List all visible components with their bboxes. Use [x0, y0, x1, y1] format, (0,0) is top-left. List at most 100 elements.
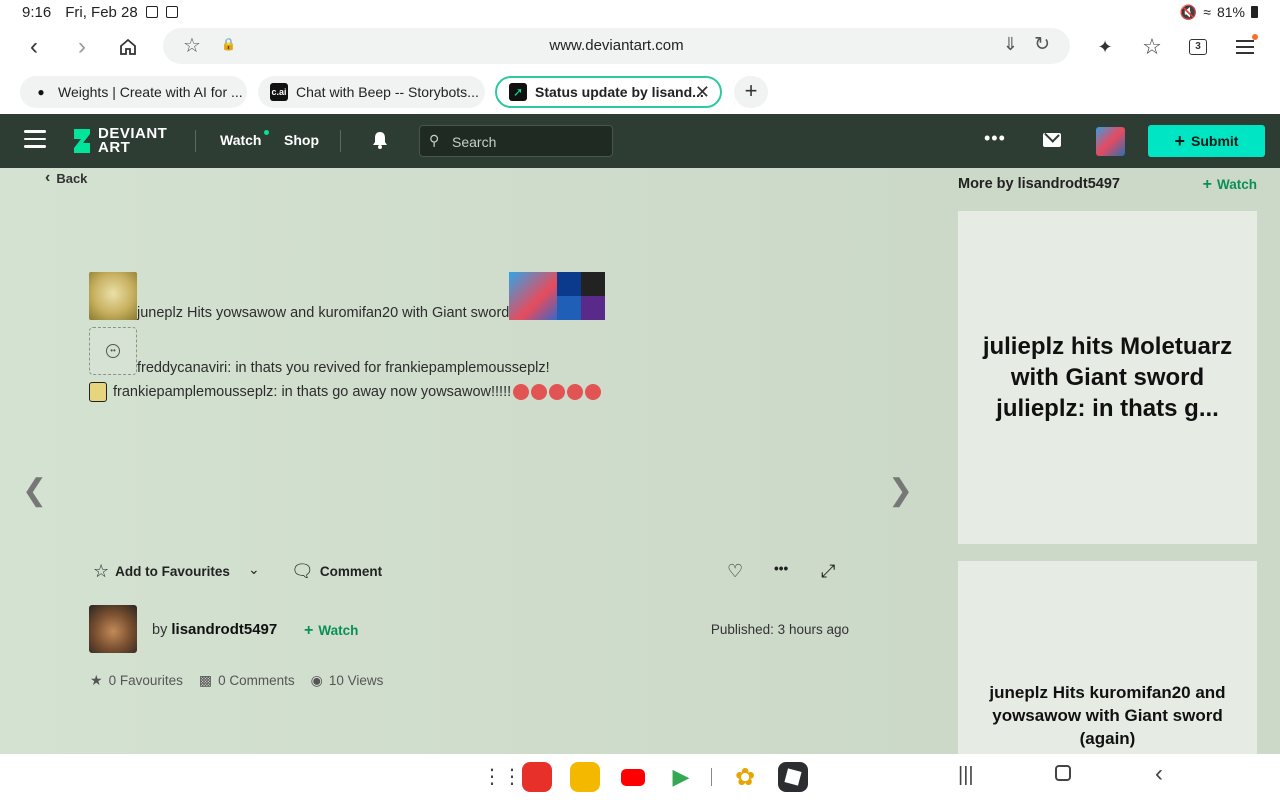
previous-arrow-icon[interactable]: ❮: [22, 473, 47, 508]
collections-dropdown[interactable]: ⌄: [248, 561, 260, 578]
angry-emoji-icon: [511, 382, 602, 402]
download-icon[interactable]: ⇓: [1003, 34, 1018, 55]
watch-label: Watch: [1217, 177, 1257, 192]
notification-icon: [145, 6, 158, 18]
bell-icon[interactable]: [370, 130, 390, 155]
divider: [195, 130, 196, 152]
url-text[interactable]: www.deviantart.com: [163, 37, 1070, 54]
published-date: Published: 3 hours ago: [710, 622, 849, 637]
expand-icon: ⤢: [821, 561, 836, 581]
address-bar[interactable]: ☆ 🔒 www.deviantart.com ⇓ ↻: [163, 28, 1070, 64]
more-options-button[interactable]: •••: [774, 561, 788, 576]
favourites-stat: ★ 0 Favourites: [90, 672, 183, 689]
reload-icon[interactable]: ↻: [1034, 33, 1050, 56]
tab-label: Weights | Create with AI for ...: [58, 84, 243, 100]
tab-character-ai[interactable]: c.ai Chat with Beep -- Storybots...: [258, 76, 485, 108]
back-link[interactable]: ‹ Back: [45, 169, 87, 187]
weights-icon: ●: [37, 85, 45, 99]
author-name-link[interactable]: lisandrodt5497: [171, 621, 277, 638]
mail-icon[interactable]: [1043, 133, 1061, 147]
add-to-favourites-button[interactable]: ☆ Add to Favourites: [93, 561, 230, 582]
next-arrow-icon[interactable]: ❯: [888, 473, 913, 508]
app-photos-icon[interactable]: ✿: [730, 762, 760, 792]
plus-icon: +: [1202, 176, 1212, 193]
forward-icon[interactable]: ›: [67, 32, 97, 62]
back-label: Back: [56, 170, 88, 186]
system-status-bar: 9:16 Fri, Feb 28 🔇 ≈ 81%: [0, 0, 1280, 24]
sidebar-watch-button[interactable]: + Watch: [1203, 176, 1257, 194]
by-label: by: [152, 622, 168, 638]
hamburger-menu-icon[interactable]: [24, 130, 46, 150]
wifi-icon: ≈: [1203, 4, 1211, 20]
fullscreen-button[interactable]: ⤢: [821, 561, 835, 582]
author-avatar[interactable]: [89, 605, 137, 653]
deviation-view: ‹ Back juneplz Hits yowsawow and kuromif…: [0, 168, 935, 754]
tab-label: Chat with Beep -- Storybots...: [296, 84, 479, 100]
home-button-icon[interactable]: [1055, 764, 1071, 787]
search-input[interactable]: ⚲ Search: [419, 125, 613, 157]
plus-icon: +: [1174, 131, 1186, 151]
new-tab-button[interactable]: +: [734, 76, 768, 108]
comment-icon: 🗨: [291, 561, 314, 581]
home-icon[interactable]: [113, 32, 143, 62]
tab-weights[interactable]: ● Weights | Create with AI for ...: [20, 76, 247, 108]
menu-badge: [1252, 34, 1258, 40]
sidebar-title: More by lisandrodt5497: [958, 176, 1120, 192]
favourites-count: 0 Favourites: [108, 673, 183, 688]
deviantart-icon: ➚: [509, 83, 527, 101]
watch-label: Watch: [318, 623, 359, 638]
browser-toolbar: ‹ › ☆ 🔒 www.deviantart.com ⇓ ↻ ✦ ☆ 3: [0, 26, 1280, 68]
status-text: juneplz Hits yowsawow and kuromifan20 wi…: [137, 305, 510, 321]
comments-stat: ▩ 0 Comments: [199, 672, 295, 689]
menu-icon[interactable]: [1230, 32, 1260, 62]
more-options-icon: •••: [774, 561, 789, 576]
related-deviation-card[interactable]: juneplz Hits kuromifan20 and yowsawow wi…: [958, 561, 1257, 754]
views-count: 10 Views: [328, 673, 384, 688]
comments-count: 0 Comments: [218, 673, 295, 688]
recents-icon[interactable]: |||: [958, 764, 974, 787]
badge-give-button[interactable]: ♡: [727, 561, 743, 582]
dock-divider: [711, 768, 712, 786]
nav-watch[interactable]: Watch: [220, 132, 261, 148]
app-roblox-icon[interactable]: [778, 762, 808, 792]
comment-icon: ▩: [198, 672, 213, 688]
tab-strip: ● Weights | Create with AI for ... c.ai …: [0, 76, 1280, 108]
tab-deviantart[interactable]: ➚ Status update by lisand... ✕: [495, 76, 722, 108]
related-deviation-card[interactable]: julieplz hits Moletuarz with Giant sword…: [958, 211, 1257, 544]
views-stat: ◉ 10 Views: [311, 672, 384, 689]
deviantart-logo[interactable]: DEVIANT ART: [72, 126, 167, 155]
system-back-icon[interactable]: ‹: [1155, 760, 1163, 788]
app-files-icon[interactable]: [570, 762, 600, 792]
favourite-label: Add to Favourites: [115, 564, 230, 579]
user-avatar[interactable]: [1096, 127, 1125, 156]
juneplz-avatar[interactable]: [89, 272, 137, 320]
freddycanaviri-avatar[interactable]: ••: [89, 327, 137, 375]
bookmarks-icon[interactable]: ☆: [1137, 32, 1167, 62]
nav-shop[interactable]: Shop: [284, 132, 319, 148]
app-youtube-icon[interactable]: [618, 762, 648, 792]
app-play-store-icon[interactable]: ▶: [666, 762, 696, 792]
ai-sparkle-icon[interactable]: ✦: [1090, 32, 1120, 62]
status-line-3: frankiepamplemousseplz: in thats go away…: [89, 382, 602, 402]
deviantart-header: DEVIANT ART Watch Shop ⚲ Search ••• + Su…: [0, 114, 1280, 168]
comment-button[interactable]: 🗨 Comment: [291, 561, 382, 582]
frankiepamplemousseplz-avatar[interactable]: [89, 382, 107, 402]
c-ai-icon: c.ai: [270, 83, 288, 101]
close-tab-icon[interactable]: ✕: [695, 82, 710, 103]
status-line-2: •• freddycanaviri: in thats you revived …: [89, 327, 550, 376]
submit-button[interactable]: + Submit: [1148, 125, 1265, 157]
watch-notification-dot: [264, 130, 269, 135]
back-icon[interactable]: ‹: [19, 32, 49, 62]
star-outline-icon: ☆: [93, 561, 110, 581]
tabs-icon[interactable]: 3: [1183, 32, 1213, 62]
status-text: frankiepamplemousseplz: in thats go away…: [113, 384, 512, 400]
more-icon[interactable]: •••: [984, 128, 1006, 149]
search-placeholder: Search: [452, 134, 497, 150]
deviation-stats: ★ 0 Favourites ▩ 0 Comments ◉ 10 Views: [90, 672, 383, 689]
sticker-image: [509, 272, 606, 320]
date: Fri, Feb 28: [65, 3, 138, 21]
app-flipaclip-icon[interactable]: [522, 762, 552, 792]
status-text: freddycanaviri: in thats you revived for…: [137, 360, 550, 376]
watch-author-button[interactable]: + Watch: [304, 622, 358, 640]
gallery-notification-icon: [165, 6, 178, 18]
